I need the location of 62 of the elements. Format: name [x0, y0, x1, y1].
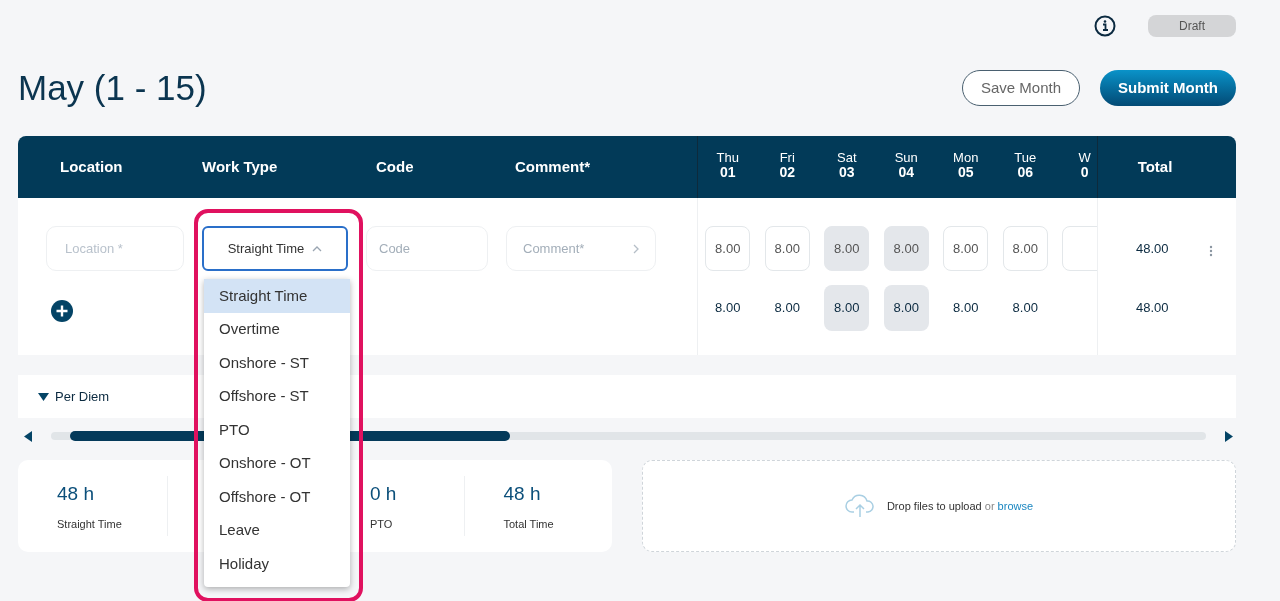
day-header: Sun 04 [893, 149, 919, 182]
grand-total: 48.00 [1136, 299, 1169, 318]
cloud-upload-icon [844, 494, 875, 518]
scroll-left-icon[interactable] [24, 430, 32, 442]
hours-total: 8.00 [883, 285, 929, 331]
dropdown-option[interactable]: Leave [204, 513, 350, 547]
hours-total: 8.00 [952, 299, 980, 318]
summary-label: Straight Time [57, 517, 123, 532]
day-header: Mon 05 [952, 149, 980, 182]
day-header: W 0 [1077, 149, 1092, 182]
day-header: Fri 02 [778, 149, 797, 182]
day-header: Tue 06 [1013, 149, 1038, 182]
upload-text: Drop files to upload or browse [886, 498, 1034, 514]
column-header: Comment* [515, 156, 590, 177]
dropdown-option[interactable]: Overtime [204, 312, 350, 346]
location-field[interactable]: Location * [46, 226, 184, 271]
per-diem-toggle[interactable]: Per Diem [38, 386, 110, 407]
hours-field[interactable]: 8.00 [824, 226, 870, 271]
summary-value: 48 h [57, 481, 95, 506]
dropdown-option[interactable]: Offshore - OT [204, 480, 350, 514]
column-header: Code [376, 156, 415, 177]
column-header: Location [60, 156, 124, 177]
dropdown-option[interactable]: Onshore - ST [204, 346, 350, 380]
upload-dropzone[interactable]: Drop files to upload or browse [642, 460, 1236, 552]
page-title: May (1 - 15) [18, 66, 207, 109]
submit-button[interactable]: Submit Month [1100, 70, 1236, 106]
scroll-right-icon[interactable] [1225, 430, 1233, 442]
hours-field[interactable]: 8.00 [1002, 226, 1048, 271]
hours-field[interactable] [1062, 226, 1097, 271]
hours-field[interactable]: 8.00 [883, 226, 929, 271]
column-header: Total [1137, 156, 1173, 177]
hours-field[interactable]: 8.00 [943, 226, 989, 271]
hours-total: 8.00 [824, 285, 870, 331]
caret-icon [38, 392, 49, 401]
dropdown-option[interactable]: Offshore - ST [204, 379, 350, 413]
hours-total: 8.00 [773, 299, 801, 318]
summary-value: 48 h [503, 481, 542, 506]
dropdown-option[interactable]: Holiday [204, 547, 350, 581]
more-icon[interactable] [1208, 244, 1213, 257]
day-header: Sat 03 [836, 149, 858, 182]
hours-field[interactable]: 8.00 [705, 226, 751, 271]
dropdown-option[interactable]: Straight Time [204, 279, 350, 313]
summary-label: Total Time [503, 517, 555, 532]
dropdown-option[interactable]: Onshore - OT [204, 446, 350, 480]
summary-value: 0 h [370, 481, 398, 506]
save-button[interactable]: Save Month [961, 70, 1080, 106]
hours-total: 8.00 [1011, 299, 1039, 318]
code-field[interactable]: Code [366, 226, 488, 271]
work-type-select[interactable]: Straight Time [202, 226, 348, 271]
browse-link[interactable]: browse [997, 499, 1034, 512]
column-header: Work Type [202, 156, 279, 177]
hours-total: 8.00 [714, 299, 742, 318]
chevron-right-icon [633, 243, 639, 254]
summary-label: PTO [370, 517, 394, 532]
comment-placeholder: Comment* [523, 239, 585, 258]
status-badge: Draft [1148, 15, 1236, 37]
dropdown-option[interactable]: PTO [204, 413, 350, 447]
add-row-icon[interactable] [51, 300, 73, 322]
info-icon[interactable] [1094, 15, 1116, 37]
day-header: Thu 01 [715, 149, 740, 182]
hours-field[interactable]: 8.00 [764, 226, 810, 271]
row-total: 48.00 [1136, 239, 1169, 258]
